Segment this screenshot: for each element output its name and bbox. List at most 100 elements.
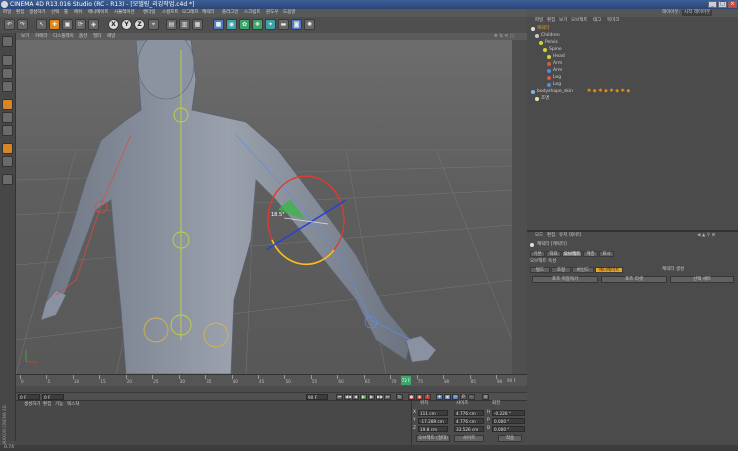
scale-icon[interactable]: ▣ xyxy=(62,19,73,30)
size-mode-select[interactable]: 사이즈 xyxy=(454,435,484,442)
menu-file[interactable]: 파일 xyxy=(3,9,11,17)
subtab-animate[interactable]: 애니메이트 xyxy=(595,267,623,273)
tab-object[interactable]: 오브젝트 xyxy=(562,251,582,257)
rotate-icon[interactable]: ⟳ xyxy=(75,19,86,30)
tab-display[interactable]: 표시 xyxy=(599,251,614,257)
material-menu-edit[interactable]: 편집 xyxy=(43,402,51,408)
layout-select[interactable]: 시작 레이아웃 xyxy=(682,10,713,16)
om-menu-bookmarks[interactable]: 북마크 xyxy=(607,18,619,24)
menu-edit[interactable]: 편집 xyxy=(16,9,24,17)
size-y-field[interactable]: 4.776 cm xyxy=(454,418,484,424)
tab-basic[interactable]: 기본 xyxy=(530,251,545,257)
timeline-playhead[interactable]: 72 F xyxy=(400,376,412,385)
object-row-character[interactable]: 캐릭터 xyxy=(537,26,549,32)
render-picture-viewer-icon[interactable]: ▥ xyxy=(179,19,190,30)
viewport-menu-view[interactable]: 보기 xyxy=(21,33,29,40)
material-menu-texture[interactable]: 텍스처 xyxy=(67,402,79,408)
rotation-h-field[interactable]: -0.226 ° xyxy=(492,410,525,416)
position-z-field[interactable]: 19.8 cm xyxy=(418,426,448,432)
selection-set-button[interactable]: 선택 세트 xyxy=(670,276,734,283)
snap-icon[interactable] xyxy=(2,174,13,185)
object-row-head[interactable]: Head xyxy=(553,54,565,60)
subtab-bind[interactable]: 바인드 xyxy=(572,267,594,273)
om-menu-edit[interactable]: 편집 xyxy=(547,18,555,24)
object-row-arm-left[interactable]: Arm xyxy=(553,61,562,67)
menu-sculpt[interactable]: 스컬프트 xyxy=(162,9,179,17)
am-menu-user-data[interactable]: 유저 데이터 xyxy=(559,233,581,239)
menu-simulate[interactable]: 시뮬레이션 xyxy=(114,9,135,17)
apply-button[interactable]: 적용 xyxy=(498,435,522,442)
texture-mode-icon[interactable] xyxy=(2,68,13,79)
menu-select[interactable]: 선택 xyxy=(51,9,59,17)
move-icon[interactable]: ✚ xyxy=(49,19,60,30)
am-menu-mode[interactable]: 모드 xyxy=(535,233,543,239)
material-menu-create[interactable]: 생성하기 xyxy=(24,402,41,408)
rotation-p-field[interactable]: 0.000 ° xyxy=(492,418,525,424)
object-row-bodyshape-skin[interactable]: bodyshape_skin xyxy=(537,89,573,95)
menu-character[interactable]: 캐릭터 xyxy=(202,9,214,17)
rotation-b-field[interactable]: 0.000 ° xyxy=(492,426,525,432)
undo-icon[interactable]: ↶ xyxy=(4,19,15,30)
am-nav-icons[interactable]: ◀ ▲ ⚲ ⊞ xyxy=(697,233,715,239)
om-menu-objects[interactable]: 오브젝트 xyxy=(571,18,588,24)
maximize-button[interactable]: □ xyxy=(718,1,727,8)
save-pose-button[interactable]: 포즈 저장하기 xyxy=(532,276,598,283)
close-button[interactable]: × xyxy=(728,1,737,8)
object-row-pelvis[interactable]: Pelvis xyxy=(545,40,558,46)
menu-animate[interactable]: 애니메이트 xyxy=(88,9,109,17)
points-mode-icon[interactable] xyxy=(2,99,13,110)
tab-coordinates[interactable]: 좌표 xyxy=(546,251,561,257)
size-z-field[interactable]: 33.526 cm xyxy=(454,426,484,432)
menu-script[interactable]: 스크립트 xyxy=(244,9,261,17)
object-row-leg-left[interactable]: Leg xyxy=(553,75,561,81)
coordinate-system-icon[interactable]: ⌖ xyxy=(148,19,159,30)
menu-render[interactable]: 렌더링 xyxy=(143,9,155,17)
menu-help[interactable]: 도움말 xyxy=(283,9,295,17)
cube-primitive-icon[interactable]: ■ xyxy=(213,19,224,30)
material-menu-function[interactable]: 기능 xyxy=(55,402,63,408)
render-settings-icon[interactable]: ▦ xyxy=(192,19,203,30)
viewport-menu-display[interactable]: 디스플레이 xyxy=(53,33,74,40)
minimize-button[interactable]: _ xyxy=(708,1,717,8)
position-y-field[interactable]: -17.289 cm xyxy=(418,418,448,424)
recent-tool-icon[interactable]: ◈ xyxy=(88,19,99,30)
om-menu-view[interactable]: 보기 xyxy=(559,18,567,24)
x-axis-toggle[interactable]: X xyxy=(108,19,119,30)
enable-axis-icon[interactable] xyxy=(2,143,13,154)
object-tags-row[interactable]: ✱ ◆ ✱ ◆ ✱ ◆ ✱ ◆ xyxy=(587,88,630,94)
am-menu-edit[interactable]: 편집 xyxy=(547,233,555,239)
subtab-adjust[interactable]: 조정 xyxy=(551,267,571,273)
render-view-icon[interactable]: ▤ xyxy=(166,19,177,30)
viewport-nav-icons[interactable]: ✥ ⇅ ⟲ ▢ xyxy=(494,33,514,40)
viewport-menu-panel[interactable]: 패널 xyxy=(107,33,115,40)
coordinate-mode-select[interactable]: 오브젝트 (절대) xyxy=(416,435,450,442)
viewport-menu-filter[interactable]: 필터 xyxy=(93,33,101,40)
viewport-menu-camera[interactable]: 카메라 xyxy=(35,33,47,40)
make-editable-icon[interactable] xyxy=(2,36,13,47)
object-row-arm-right[interactable]: Arm xyxy=(553,68,562,74)
subdivision-icon[interactable]: ◉ xyxy=(226,19,237,30)
live-select-icon[interactable]: ↖ xyxy=(36,19,47,30)
deformer-icon[interactable]: ✦ xyxy=(265,19,276,30)
om-menu-tags[interactable]: 태그 xyxy=(593,18,601,24)
redo-icon[interactable]: ↷ xyxy=(17,19,28,30)
menu-mesh[interactable]: 메쉬 xyxy=(74,9,82,17)
tweak-mode-icon[interactable] xyxy=(2,156,13,167)
reset-pose-button[interactable]: 포즈 리셋 xyxy=(601,276,667,283)
y-axis-toggle[interactable]: Y xyxy=(121,19,132,30)
menu-create[interactable]: 생성하기 xyxy=(29,9,46,17)
perspective-viewport[interactable]: 18.5° xyxy=(16,40,512,374)
object-row-children[interactable]: Children xyxy=(541,33,560,39)
position-x-field[interactable]: 111 cm xyxy=(418,410,448,416)
model-mode-icon[interactable] xyxy=(2,55,13,66)
axis-mode-icon[interactable] xyxy=(2,81,13,92)
object-row-spine[interactable]: Spine xyxy=(549,47,562,53)
tab-hierarchy[interactable]: 계층 xyxy=(583,251,598,257)
cloner-icon[interactable]: ✿ xyxy=(239,19,250,30)
size-x-field[interactable]: 4.776 cm xyxy=(454,410,484,416)
object-row-leg-right[interactable]: Leg xyxy=(553,82,561,88)
menu-mograph[interactable]: 모그래프 xyxy=(182,9,199,17)
polygons-mode-icon[interactable] xyxy=(2,125,13,136)
nurbs-icon[interactable]: ❖ xyxy=(252,19,263,30)
scene-icon[interactable]: ▬ xyxy=(278,19,289,30)
